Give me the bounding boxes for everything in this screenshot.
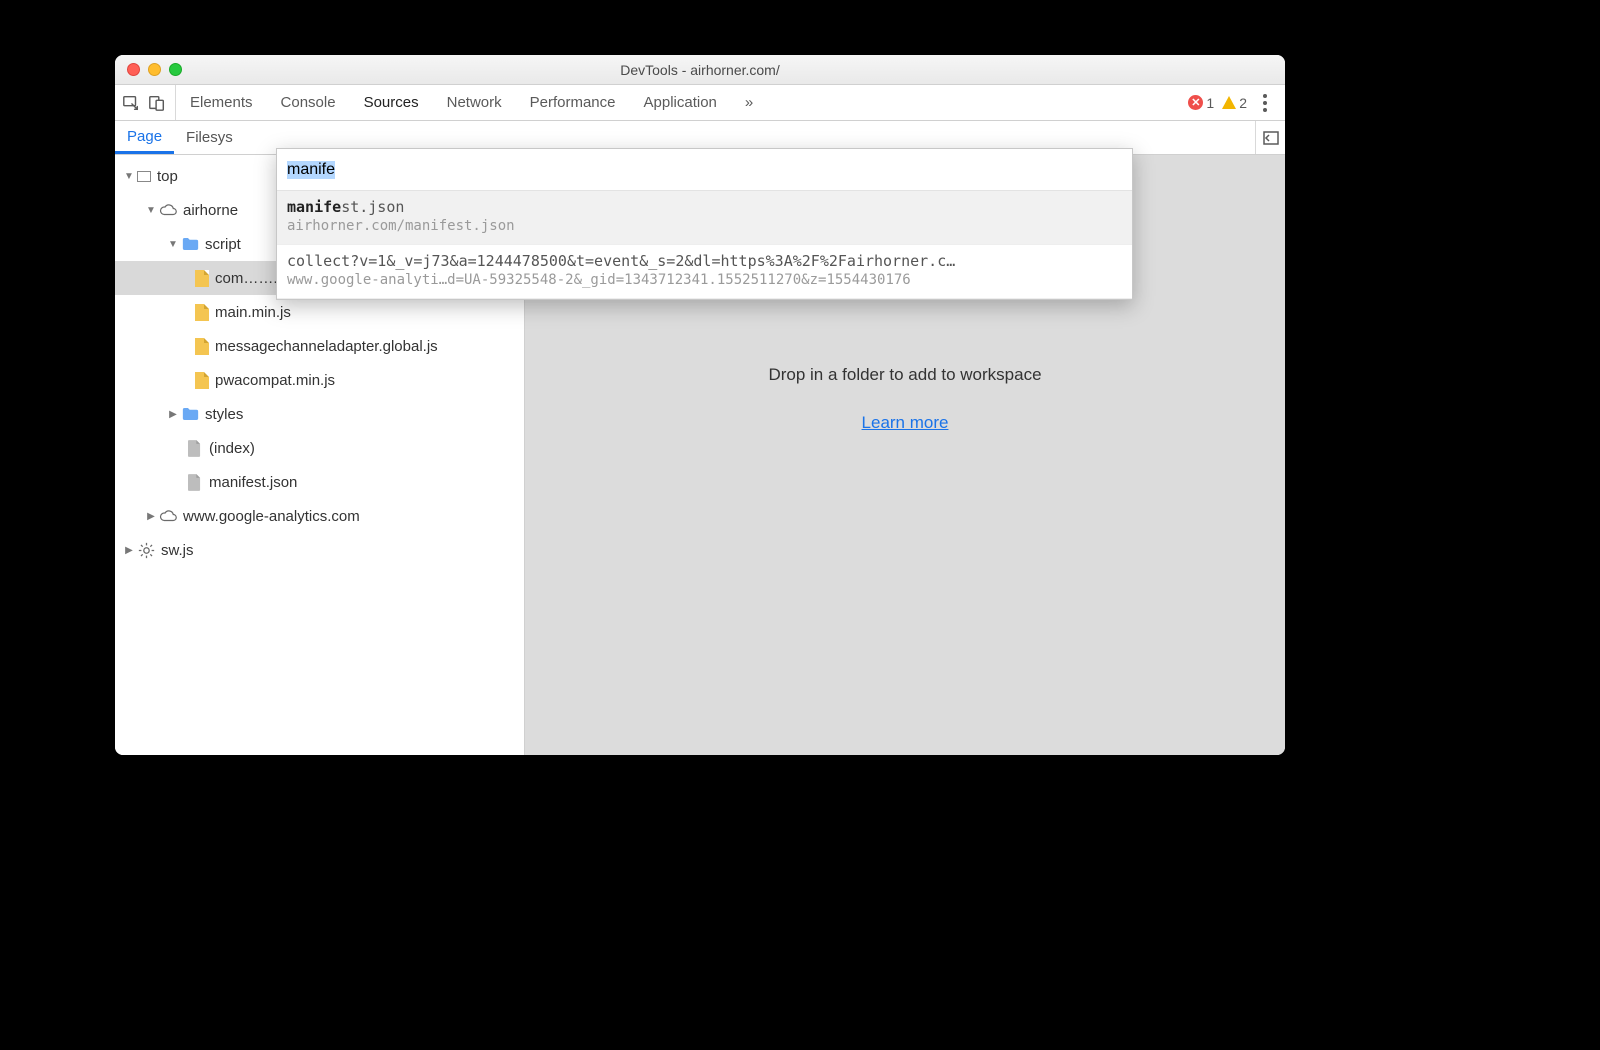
warning-icon [1222, 96, 1236, 109]
devtools-window: DevTools - airhorner.com/ Elements Conso… [115, 55, 1285, 755]
tree-domain-ga[interactable]: ▶ www.google-analytics.com [115, 499, 524, 533]
tree-label: www.google-analytics.com [183, 508, 360, 525]
tree-label: messagechanneladapter.global.js [215, 338, 438, 355]
tree-label: airhorne [183, 202, 238, 219]
tab-sources[interactable]: Sources [350, 85, 433, 120]
device-toolbar-icon[interactable] [147, 93, 167, 113]
close-window-button[interactable] [127, 63, 140, 76]
result-title: collect?v=1&_v=j73&a=1244478500&t=event&… [287, 251, 1122, 271]
js-file-icon [195, 338, 209, 355]
panel-tabs: Elements Console Sources Network Perform… [176, 85, 767, 120]
open-file-input[interactable]: manife [277, 149, 1132, 191]
file-icon [185, 473, 203, 491]
tree-label: sw.js [161, 542, 194, 559]
input-selected-text: manife [287, 161, 335, 179]
caret-down-icon: ▼ [145, 205, 157, 216]
caret-right-icon: ▶ [145, 511, 157, 522]
tree-label: manifest.json [209, 474, 297, 491]
tab-application[interactable]: Application [630, 85, 731, 120]
warning-count-badge[interactable]: 2 [1222, 95, 1247, 111]
result-path: airhorner.com/manifest.json [287, 217, 1122, 236]
tree-file-js[interactable]: messagechanneladapter.global.js [115, 329, 524, 363]
folder-icon [181, 405, 199, 423]
gear-icon [137, 541, 155, 559]
tree-folder-styles[interactable]: ▶ styles [115, 397, 524, 431]
tab-elements[interactable]: Elements [176, 85, 267, 120]
caret-down-icon: ▼ [167, 239, 179, 250]
frame-icon [137, 171, 151, 182]
match-rest: st.json [341, 198, 404, 216]
inspect-element-icon[interactable] [121, 93, 141, 113]
cloud-icon [159, 201, 177, 219]
tab-performance[interactable]: Performance [516, 85, 630, 120]
caret-right-icon: ▶ [167, 409, 179, 420]
warning-count: 2 [1239, 95, 1247, 111]
match-highlight: manife [287, 198, 341, 216]
settings-menu-button[interactable] [1255, 94, 1275, 112]
tree-label: (index) [209, 440, 255, 457]
maximize-window-button[interactable] [169, 63, 182, 76]
tree-label: pwacompat.min.js [215, 372, 335, 389]
open-file-palette: manife manifest.json airhorner.com/manif… [276, 148, 1133, 300]
tree-file-js[interactable]: pwacompat.min.js [115, 363, 524, 397]
toggle-debugger-sidebar-button[interactable] [1255, 121, 1285, 154]
navtab-page[interactable]: Page [115, 121, 174, 154]
result-path: www.google-analyti…d=UA-59325548-2&_gid=… [287, 271, 1122, 290]
caret-down-icon: ▼ [123, 171, 135, 182]
tab-network[interactable]: Network [433, 85, 516, 120]
tree-file-manifest[interactable]: manifest.json [115, 465, 524, 499]
palette-result[interactable]: collect?v=1&_v=j73&a=1244478500&t=event&… [277, 245, 1132, 299]
folder-icon [181, 235, 199, 253]
cloud-icon [159, 507, 177, 525]
workspace-drop-hint: Drop in a folder to add to workspace [768, 365, 1041, 385]
caret-right-icon: ▶ [123, 545, 135, 556]
js-file-icon [195, 270, 209, 287]
tab-console[interactable]: Console [267, 85, 350, 120]
tree-service-worker[interactable]: ▶ sw.js [115, 533, 524, 567]
js-file-icon [195, 372, 209, 389]
tree-label: styles [205, 406, 243, 423]
file-icon [185, 439, 203, 457]
titlebar: DevTools - airhorner.com/ [115, 55, 1285, 85]
tree-label: script [205, 236, 241, 253]
main-toolbar: Elements Console Sources Network Perform… [115, 85, 1285, 121]
error-count-badge[interactable]: ✕ 1 [1188, 95, 1214, 111]
tree-label: main.min.js [215, 304, 291, 321]
js-file-icon [195, 304, 209, 321]
tree-file-index[interactable]: (index) [115, 431, 524, 465]
palette-result[interactable]: manifest.json airhorner.com/manifest.jso… [277, 191, 1132, 245]
traffic-lights [115, 63, 182, 76]
error-count: 1 [1206, 95, 1214, 111]
error-icon: ✕ [1188, 95, 1203, 110]
minimize-window-button[interactable] [148, 63, 161, 76]
learn-more-link[interactable]: Learn more [862, 413, 949, 433]
tabs-overflow[interactable]: » [731, 85, 767, 120]
tree-label: top [157, 168, 178, 185]
navtab-filesystem[interactable]: Filesys [174, 121, 245, 154]
window-title: DevTools - airhorner.com/ [115, 62, 1285, 78]
